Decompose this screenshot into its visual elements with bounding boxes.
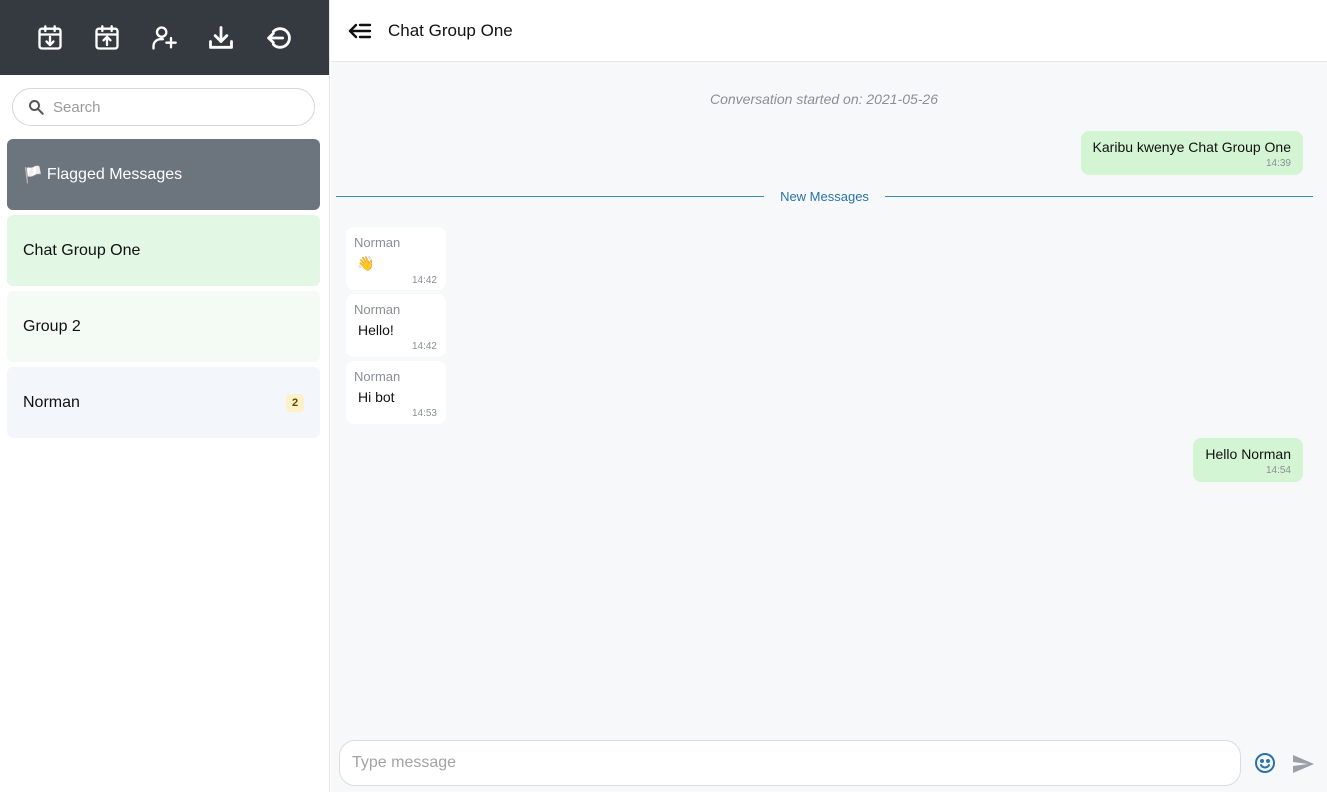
message-author: Norman (354, 369, 401, 384)
room-item-chat-group-one[interactable]: Chat Group One (7, 215, 320, 286)
divider-line (884, 195, 1313, 197)
smiley-icon (1255, 753, 1275, 773)
message-bubble-incoming[interactable]: Norman Hi bot 14:53 (346, 361, 446, 424)
message-author: Norman (354, 235, 401, 250)
room-label: Norman (23, 393, 80, 411)
divider-line (336, 195, 765, 197)
add-user-button[interactable] (150, 0, 207, 75)
message-bubble-outgoing[interactable]: Hello Norman 14:54 (1193, 438, 1303, 482)
send-button[interactable] (1291, 752, 1315, 776)
message-time: 14:39 (1265, 158, 1291, 169)
unread-badge: 2 (286, 393, 304, 412)
message-composer (339, 740, 1241, 786)
toolbar (0, 0, 329, 75)
add-user-icon (152, 25, 177, 50)
room-item-group-2[interactable]: Group 2 (7, 291, 320, 362)
room-label: Group 2 (23, 317, 81, 335)
sidebar: 🏳️ Flagged Messages Chat Group One Group… (0, 0, 330, 792)
calendar-export-icon (95, 24, 119, 50)
search-box (12, 88, 315, 126)
logout-icon (267, 26, 291, 49)
search-input[interactable] (53, 98, 293, 116)
new-messages-divider: New Messages (336, 187, 1313, 205)
collapse-arrow-icon (348, 23, 372, 38)
emoji-button[interactable] (1253, 751, 1277, 775)
room-label: Flagged Messages (46, 165, 183, 183)
chat-title: Chat Group One (388, 20, 513, 40)
divider-label: New Messages (780, 188, 869, 204)
conversation-start-note: Conversation started on: 2021-05-26 (709, 91, 939, 107)
logout-button[interactable] (264, 0, 321, 75)
export-calendar-button[interactable] (93, 0, 150, 75)
send-icon (1293, 755, 1314, 773)
message-text: Hi bot (358, 389, 395, 405)
message-text: 👋 (357, 255, 375, 271)
message-text: Karibu kwenye Chat Group One (1092, 139, 1291, 155)
message-bubble-incoming[interactable]: Norman Hello! 14:42 (346, 294, 446, 357)
message-time: 14:54 (1265, 465, 1291, 476)
room-label: Chat Group One (23, 241, 141, 259)
message-text: Hello Norman (1205, 446, 1291, 462)
calendar-import-icon (38, 24, 62, 50)
room-item-norman[interactable]: Norman 2 (7, 367, 320, 438)
message-bubble-outgoing[interactable]: Karibu kwenye Chat Group One 14:39 (1080, 131, 1303, 175)
message-bubble-incoming[interactable]: Norman 👋 14:42 (346, 227, 446, 290)
chat-pane: Chat Group One Conversation started on: … (331, 0, 1327, 792)
message-input[interactable] (352, 754, 1212, 772)
import-calendar-button[interactable] (36, 0, 93, 75)
search-icon (29, 100, 44, 115)
back-button[interactable] (348, 19, 372, 43)
chat-header: Chat Group One (331, 0, 1327, 62)
message-time: 14:42 (411, 341, 437, 352)
room-item-flagged-messages[interactable]: 🏳️ Flagged Messages (7, 139, 320, 210)
message-author: Norman (354, 302, 401, 317)
message-time: 14:42 (411, 275, 437, 286)
download-button[interactable] (207, 0, 264, 75)
download-icon (209, 25, 233, 49)
message-time: 14:53 (411, 408, 437, 419)
flag-icon: 🏳️ (23, 166, 43, 184)
room-list: 🏳️ Flagged Messages Chat Group One Group… (7, 139, 320, 443)
message-text: Hello! (358, 322, 394, 338)
